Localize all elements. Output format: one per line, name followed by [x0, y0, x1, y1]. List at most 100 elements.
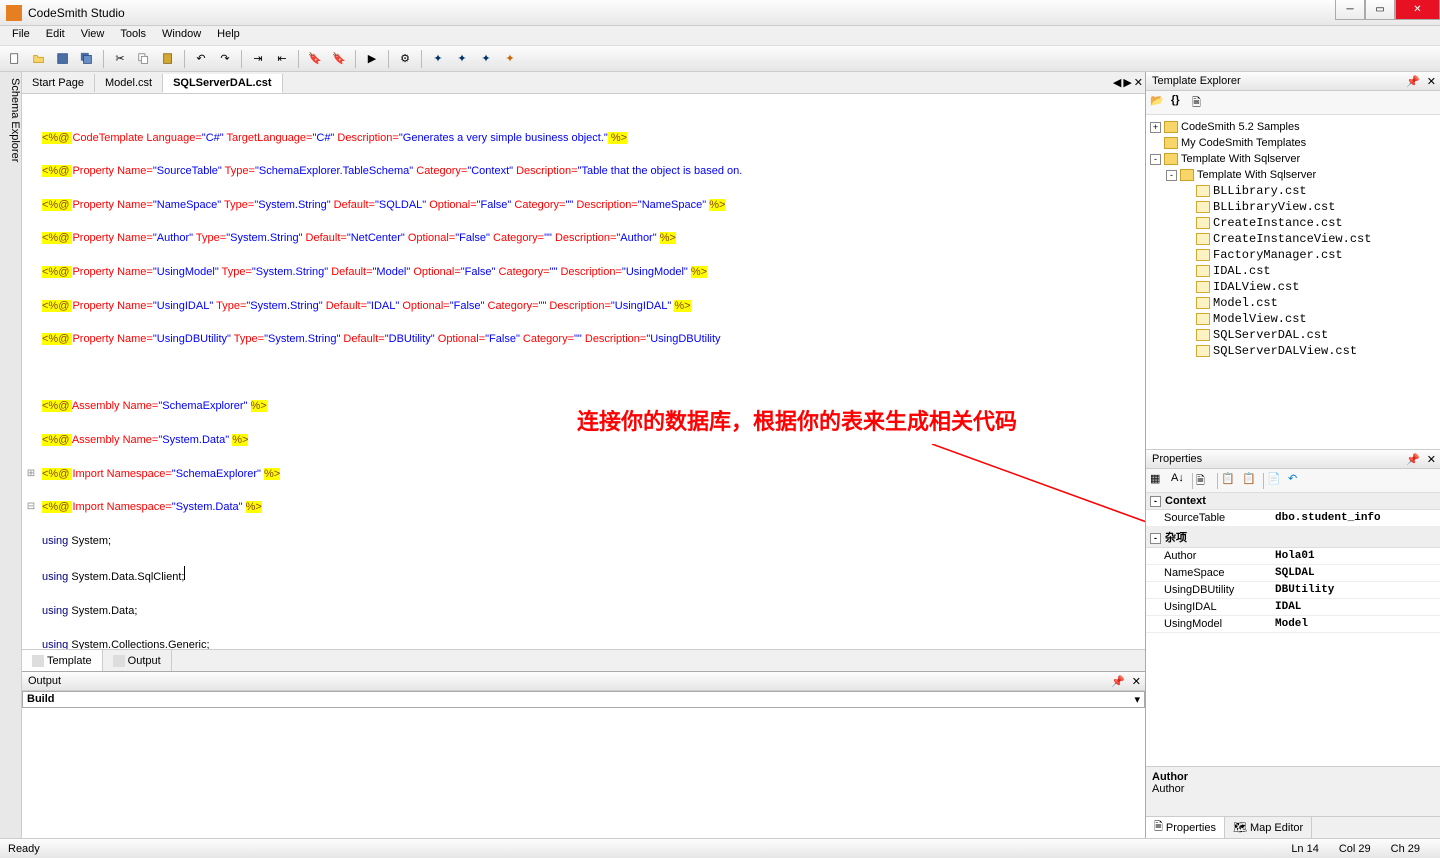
- file-icon: [1196, 201, 1210, 213]
- property-grid[interactable]: -Context SourceTabledbo.student_info -杂项…: [1146, 493, 1440, 766]
- reset-icon[interactable]: ↶: [1288, 472, 1306, 490]
- save-icon[interactable]: [52, 48, 74, 70]
- tree-file[interactable]: FactoryManager.cst: [1150, 247, 1436, 263]
- tree-file[interactable]: IDAL.cst: [1150, 263, 1436, 279]
- props-icon[interactable]: 🗎: [1192, 94, 1210, 112]
- menu-view[interactable]: View: [73, 26, 113, 45]
- tree-file[interactable]: IDALView.cst: [1150, 279, 1436, 295]
- titlebar: CodeSmith Studio ─ ▭ ✕: [0, 0, 1440, 26]
- copy-icon[interactable]: [133, 48, 155, 70]
- prop-name[interactable]: Author: [1146, 548, 1271, 564]
- tool3-icon[interactable]: ✦: [475, 48, 497, 70]
- tree-file[interactable]: CreateInstanceView.cst: [1150, 231, 1436, 247]
- build-dropdown[interactable]: Build▾: [22, 691, 1145, 708]
- file-icon: [1196, 313, 1210, 325]
- prop-value[interactable]: DBUtility: [1271, 582, 1440, 598]
- file-icon: [1196, 249, 1210, 261]
- template-tree[interactable]: +CodeSmith 5.2 Samples My CodeSmith Temp…: [1146, 115, 1440, 450]
- new-icon[interactable]: 📄: [1267, 472, 1285, 490]
- new-icon[interactable]: [4, 48, 26, 70]
- collapse-icon[interactable]: -: [1150, 154, 1161, 165]
- prop-value[interactable]: Hola01: [1271, 548, 1440, 564]
- close-icon[interactable]: ✕: [1427, 453, 1436, 466]
- undo-icon[interactable]: ↶: [190, 48, 212, 70]
- bookmarks-icon[interactable]: 🔖: [328, 48, 350, 70]
- open-icon[interactable]: [28, 48, 50, 70]
- minimize-button[interactable]: ─: [1335, 0, 1365, 20]
- file-icon: [1196, 185, 1210, 197]
- menu-help[interactable]: Help: [209, 26, 248, 45]
- cat-icon[interactable]: ▦: [1150, 472, 1168, 490]
- prop-value[interactable]: SQLDAL: [1271, 565, 1440, 581]
- menu-file[interactable]: File: [4, 26, 38, 45]
- prop-name[interactable]: UsingModel: [1146, 616, 1271, 632]
- tree-file[interactable]: SQLServerDALView.cst: [1150, 343, 1436, 359]
- tab-output[interactable]: Output: [103, 650, 172, 671]
- fold-minus-icon[interactable]: ⊟: [22, 499, 40, 516]
- maximize-button[interactable]: ▭: [1365, 0, 1395, 20]
- fold-plus-icon[interactable]: ⊞: [22, 466, 40, 483]
- prop-value[interactable]: IDAL: [1271, 599, 1440, 615]
- pin-icon[interactable]: 📌: [1406, 453, 1420, 466]
- tab-close-icon[interactable]: ✕: [1134, 76, 1143, 89]
- prop-name[interactable]: UsingDBUtility: [1146, 582, 1271, 598]
- saveall-icon[interactable]: [76, 48, 98, 70]
- tree-file[interactable]: BLLibrary.cst: [1150, 183, 1436, 199]
- pin-icon[interactable]: 📌: [1406, 75, 1420, 88]
- annotation-text: 连接你的数据库，根据你的表来生成相关代码: [577, 414, 1017, 431]
- tab-sqlserverdal[interactable]: SQLServerDAL.cst: [163, 74, 282, 93]
- app-icon: [6, 5, 22, 21]
- tab-model[interactable]: Model.cst: [95, 74, 163, 92]
- menu-edit[interactable]: Edit: [38, 26, 73, 45]
- prop-name[interactable]: UsingIDAL: [1146, 599, 1271, 615]
- tree-file[interactable]: BLLibraryView.cst: [1150, 199, 1436, 215]
- tool1-icon[interactable]: ✦: [427, 48, 449, 70]
- template-explorer-header: Template Explorer 📌 ✕: [1146, 72, 1440, 91]
- dropdown-icon: ▾: [1134, 693, 1140, 706]
- page-icon[interactable]: 🗎: [1196, 472, 1214, 490]
- run-icon[interactable]: ▶: [361, 48, 383, 70]
- output-icon: [113, 655, 125, 667]
- prop-name[interactable]: NameSpace: [1146, 565, 1271, 581]
- bookmark-icon[interactable]: 🔖: [304, 48, 326, 70]
- close-panel-icon[interactable]: ✕: [1132, 675, 1141, 688]
- sort-icon[interactable]: {}: [1171, 94, 1189, 112]
- output-body[interactable]: [22, 708, 1145, 838]
- menu-window[interactable]: Window: [154, 26, 209, 45]
- props-icon: 🗎: [1154, 818, 1163, 837]
- copy-icon[interactable]: 📋: [1221, 472, 1239, 490]
- code-editor[interactable]: ⊞⊟ <%@ CodeTemplate Language="C#" Target…: [22, 94, 1145, 649]
- outdent-icon[interactable]: ⇤: [271, 48, 293, 70]
- tab-properties[interactable]: 🗎Properties: [1146, 817, 1225, 838]
- redo-icon[interactable]: ↷: [214, 48, 236, 70]
- collapse-icon[interactable]: -: [1150, 496, 1161, 507]
- tree-file[interactable]: CreateInstance.cst: [1150, 215, 1436, 231]
- tab-start-page[interactable]: Start Page: [22, 74, 95, 92]
- prop-value[interactable]: Model: [1271, 616, 1440, 632]
- az-icon[interactable]: A↓: [1171, 472, 1189, 490]
- pin-icon[interactable]: 📌: [1111, 675, 1125, 688]
- statusbar: Ready Ln 14 Col 29 Ch 29: [0, 838, 1440, 858]
- tab-template[interactable]: Template: [22, 650, 103, 671]
- status-col: Col 29: [1339, 843, 1371, 855]
- gear-icon[interactable]: ⚙: [394, 48, 416, 70]
- close-button[interactable]: ✕: [1395, 0, 1440, 20]
- open-folder-icon[interactable]: 📂: [1150, 94, 1168, 112]
- tool4-icon[interactable]: ✦: [499, 48, 521, 70]
- schema-explorer-dock[interactable]: Schema Explorer: [0, 72, 22, 838]
- tree-file[interactable]: ModelView.cst: [1150, 311, 1436, 327]
- close-icon[interactable]: ✕: [1427, 75, 1436, 88]
- expand-icon[interactable]: +: [1150, 122, 1161, 133]
- tree-file[interactable]: Model.cst: [1150, 295, 1436, 311]
- paste-icon[interactable]: [157, 48, 179, 70]
- tree-file[interactable]: SQLServerDAL.cst: [1150, 327, 1436, 343]
- tab-next-icon[interactable]: ▶: [1123, 76, 1131, 89]
- indent-icon[interactable]: ⇥: [247, 48, 269, 70]
- tab-map-editor[interactable]: 🗺Map Editor: [1225, 817, 1312, 838]
- paste-icon[interactable]: 📋: [1242, 472, 1260, 490]
- menu-tools[interactable]: Tools: [112, 26, 154, 45]
- tool2-icon[interactable]: ✦: [451, 48, 473, 70]
- window-title: CodeSmith Studio: [28, 6, 125, 20]
- tab-prev-icon[interactable]: ◀: [1113, 76, 1121, 89]
- cut-icon[interactable]: ✂: [109, 48, 131, 70]
